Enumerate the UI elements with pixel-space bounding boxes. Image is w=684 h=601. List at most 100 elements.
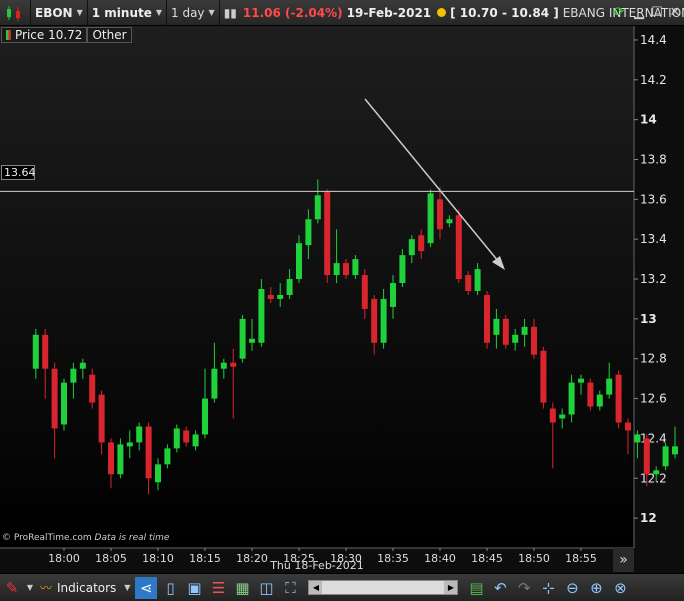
candle-body [559,414,566,419]
chevron-down-icon: ▼ [155,8,163,17]
maximize-icon[interactable]: ☐ [649,4,665,20]
close-icon[interactable]: ✕ [667,4,683,20]
candle-body [493,318,500,335]
price-legend[interactable]: Price 10.72 [1,27,88,43]
candle-body [51,368,58,429]
price-chart[interactable]: 1212.212.412.612.81313.213.413.613.81414… [0,26,684,573]
candle-body [79,362,86,369]
candle-body [531,326,537,355]
candle-body [587,382,594,407]
quote-date: 19-Feb-2021 [346,5,432,20]
candle-body [324,191,331,276]
y-axis-area [634,26,684,573]
x-date-label: Thu 18-Feb-2021 [269,559,364,572]
zoom-out-icon[interactable]: ⊖ [561,577,583,599]
candle-body [108,442,114,475]
watermark-note: Data is real time [94,533,170,543]
candle-body [521,326,528,335]
candle-body [42,334,49,369]
candle-body [98,394,105,443]
zoom-in-icon[interactable]: ⊕ [585,577,607,599]
layout-icon[interactable]: ▯ [159,577,181,599]
candle-body [267,294,274,299]
candle-body [446,219,453,224]
scroll-right-icon[interactable]: ▶ [444,581,458,594]
y-tick-label: 14 [640,113,657,127]
x-tick-label: 18:50 [518,552,550,565]
chevron-down-icon: ▼ [208,8,215,17]
candle-body [61,382,67,425]
indicators-label: Indicators [57,580,117,595]
candle-body [164,448,171,465]
candle-body [427,193,434,244]
candle-body [145,426,152,479]
candle-body [512,334,519,343]
candle-body [408,239,415,256]
last-quote: 11.06 (-2.04%) [242,5,343,20]
candle-body [643,438,650,475]
candle-body [606,378,613,395]
x-tick-label: 18:15 [189,552,221,565]
candle-body [230,362,237,367]
grid-icon[interactable]: ▦ [231,577,253,599]
zoom-reset-icon[interactable]: ⊗ [609,577,631,599]
candle-body [192,434,199,447]
drawing-pen-icon[interactable]: ✎ [1,577,23,599]
horizontal-scrollbar[interactable]: ◀ ▶ [308,580,459,595]
candle-body [568,382,575,415]
watermark-site: © ProRealTime.com [2,533,92,543]
candle-body [32,334,39,369]
top-toolbar: EBON ▼ 1 minute ▼ 1 day ▼ ▮▮ 11.06 (-2.0… [0,0,684,26]
chevron-down-icon[interactable]: ▼ [25,577,35,599]
fullscreen-icon[interactable]: ⛶ [279,577,301,599]
x-tick-label: 18:20 [236,552,268,565]
x-tick-label: 18:10 [142,552,174,565]
candle-body [540,350,547,403]
undo-icon[interactable]: ↶ [489,577,511,599]
candle-body [183,430,190,443]
candle-body [465,275,472,291]
redo-icon[interactable]: ↷ [513,577,535,599]
chart-type-selector[interactable] [0,0,31,25]
candle-body [418,235,425,252]
scroll-left-icon[interactable]: ◀ [309,581,323,594]
candle-body [343,263,349,276]
interval-selector[interactable]: 1 minute ▼ [88,0,168,25]
candle-body [333,263,340,276]
candle-body [220,362,227,369]
interval-label: 1 minute [91,5,152,20]
chart-window-icon[interactable]: ◫ [255,577,277,599]
list-icon[interactable]: ☰ [207,577,229,599]
x-tick-label: 18:05 [95,552,127,565]
candle-body [578,378,584,383]
candle-body [662,446,669,467]
price-range: [ 10.70 - 10.84 ] [450,5,559,20]
scroll-right-button[interactable]: » [613,548,634,572]
y-tick-label: 13.8 [640,152,667,166]
other-legend[interactable]: Other [87,27,132,43]
y-tick-label: 13.4 [640,232,667,246]
x-tick-label: 18:45 [471,552,503,565]
price-legend-label: Price 10.72 [15,28,83,42]
share-icon[interactable]: ⋖ [135,576,158,599]
chat-icon[interactable]: ▣ [183,577,205,599]
minimize-icon[interactable]: ▁ [631,4,647,20]
candle-body [615,374,622,423]
candle-body [625,422,631,431]
candle-body [596,394,603,407]
symbol-selector[interactable]: EBON ▼ [31,0,88,25]
candle-body [549,408,556,423]
x-tick-label: 18:00 [48,552,80,565]
candle-body [653,470,660,475]
candle-body [399,255,406,284]
candle-body [70,368,77,383]
other-legend-label: Other [92,28,127,42]
calendar-icon[interactable]: ▤ [465,577,487,599]
auto-scale-icon[interactable]: ⊹ [537,577,559,599]
candle-body [371,298,378,343]
watermark: © ProRealTime.com Data is real time [2,533,169,543]
quote-bars-icon: ▮▮ [223,5,237,20]
refresh-icon[interactable]: ⟳ [611,4,627,20]
indicators-button[interactable]: 〰 Indicators ▼ [36,575,134,601]
period-selector[interactable]: 1 day ▼ [167,0,220,25]
